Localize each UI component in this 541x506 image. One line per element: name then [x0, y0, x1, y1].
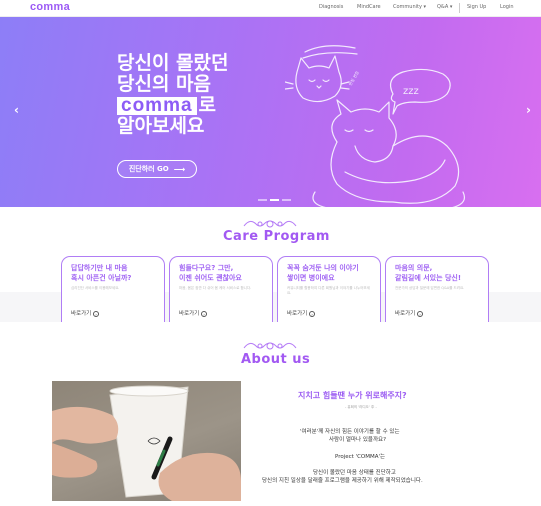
care-card-link[interactable]: 바로가기 ›: [179, 309, 207, 317]
about-photo: [52, 381, 241, 501]
care-card-title: 힘들다구요? 그만, 이젠 쉬어도 괜찮아요: [179, 264, 265, 283]
hero-line-4: 알아보세요: [117, 115, 205, 137]
paper-cup-drawing-photo: [52, 385, 241, 501]
care-program-title: Care Program: [223, 229, 330, 244]
arrow-right-icon: ⟶: [173, 164, 186, 174]
about-us-title: About us: [241, 352, 311, 367]
zzz-bubble-text: zzz: [403, 86, 419, 97]
care-card-title-line-1: 꼭꼭 숨겨둔 나의 이야기: [287, 264, 359, 272]
hero-brand-suffix: 로: [198, 94, 217, 116]
sleeping-cats-illustration: zzz 썬칭 썬칭: [285, 45, 465, 207]
carousel-indicators: [258, 199, 291, 201]
carousel-dot-1[interactable]: [258, 199, 267, 201]
carousel-prev-icon[interactable]: ‹: [14, 103, 19, 117]
top-navbar: comma Diagnosis MindCare Community ▾ Q&A…: [0, 0, 541, 17]
care-card-link-label: 바로가기: [287, 311, 308, 317]
diagnose-go-button[interactable]: 진단하러 GO ⟶: [117, 160, 197, 178]
care-card-title: 꼭꼭 숨겨둔 나의 이야기 쌓이면 병이에요: [287, 264, 373, 283]
carousel-dot-2[interactable]: [270, 199, 279, 201]
about-ornament-icon: [243, 342, 297, 350]
care-card-title-line-2: 쌓이면 병이에요: [287, 273, 335, 282]
about-paragraph-1-line-2: 사람이 얼마나 있을까요?: [329, 437, 387, 443]
hero-carousel: 당신이 몰랐던 당신의 마음 comma 로 알아보세요 진단하러 GO ⟶ ‹ …: [0, 17, 541, 207]
care-card-link-label: 바로가기: [179, 311, 200, 317]
hero-title: 당신이 몰랐던 당신의 마음 comma 로 알아보세요: [117, 53, 229, 137]
care-card-link[interactable]: 바로가기 ›: [71, 309, 99, 317]
chevron-right-icon: ›: [201, 310, 207, 317]
care-card-title-line-1: 힘들다구요? 그만,: [179, 264, 234, 272]
care-card-desc: 마음, 몸은 잠깐 다 쉬어 몸 케어 서비스로 합니다.: [179, 286, 252, 290]
care-card-diagnosis[interactable]: 답답하기만 내 마음 혹시 아픈건 아닐까? 심리진단 서비스를 이용해보세요.…: [61, 256, 165, 322]
nav-login[interactable]: Login: [500, 4, 514, 10]
care-card-title: 마음의 의문, 갈림길에 서있는 당신!: [395, 264, 481, 283]
care-card-link[interactable]: 바로가기 ›: [395, 309, 423, 317]
care-card-title-line-2: 이젠 쉬어도 괜찮아요: [179, 273, 242, 282]
chevron-right-icon: ›: [417, 310, 423, 317]
hero-line-3: comma 로: [117, 95, 229, 116]
cat-side-text: 썬칭 썬칭: [347, 69, 360, 86]
nav-sign-up[interactable]: Sign Up: [467, 4, 486, 10]
about-paragraph-3-line-1: 당신이 몰랐던 마음 상태를 진단하고: [313, 470, 396, 476]
about-paragraph-3-line-2: 당신의 지친 일상을 달래줄 프로그램을 제공하기 위해 제작되었습니다.: [262, 478, 423, 484]
care-card-title-line-2: 혹시 아픈건 아닐까?: [71, 273, 132, 282]
chevron-right-icon: ›: [309, 310, 315, 317]
about-headline: 지치고 힘들땐 누가 위로해주지?: [298, 391, 407, 400]
about-subline: - 유희의 '라디오' 中 -: [345, 405, 377, 409]
hero-line-2: 당신의 마음: [117, 73, 212, 95]
care-card-title-line-1: 답답하기만 내 마음: [71, 264, 128, 272]
diagnose-go-label: 진단하러 GO: [128, 165, 169, 173]
care-card-desc: 전문가의 상담과 질문에 답변한 Q&A를 드려요.: [395, 286, 465, 290]
care-card-link-label: 바로가기: [395, 311, 416, 317]
chevron-right-icon: ›: [93, 310, 99, 317]
care-card-title-line-2: 갈림길에 서있는 당신!: [395, 273, 462, 282]
hero-brand-box: comma: [117, 96, 197, 115]
nav-qna[interactable]: Q&A ▾: [437, 4, 452, 10]
care-card-link[interactable]: 바로가기 ›: [287, 309, 315, 317]
about-paragraph-1-line-1: '여러분'께 자신의 힘든 이야기를 할 수 있는: [300, 429, 400, 435]
hero-line-1: 당신이 몰랐던: [117, 52, 229, 74]
nav-mindcare[interactable]: MindCare: [357, 4, 381, 10]
carousel-next-icon[interactable]: ›: [526, 103, 531, 117]
care-card-rest[interactable]: 힘들다구요? 그만, 이젠 쉬어도 괜찮아요 마음, 몸은 잠깐 다 쉬어 몸 …: [169, 256, 273, 322]
logo[interactable]: comma: [30, 1, 70, 13]
nav-divider: [459, 3, 460, 13]
carousel-dot-3[interactable]: [282, 199, 291, 201]
nav-community[interactable]: Community ▾: [393, 4, 426, 10]
care-card-desc: 커뮤니티를 활용하여 다른 회원님과 이야기를 나누어보세요.: [287, 286, 370, 295]
about-paragraph-2: Project 'COMMA'는: [335, 454, 386, 460]
care-card-title: 답답하기만 내 마음 혹시 아픈건 아닐까?: [71, 264, 157, 283]
care-card-qna[interactable]: 마음의 의문, 갈림길에 서있는 당신! 전문가의 상담과 질문에 답변한 Q&…: [385, 256, 489, 322]
care-card-title-line-1: 마음의 의문,: [395, 264, 433, 272]
care-card-link-label: 바로가기: [71, 311, 92, 317]
nav-diagnosis[interactable]: Diagnosis: [319, 4, 343, 10]
care-card-community[interactable]: 꼭꼭 숨겨둔 나의 이야기 쌓이면 병이에요 커뮤니티를 활용하여 다른 회원님…: [277, 256, 381, 322]
care-card-desc: 심리진단 서비스를 이용해보세요.: [71, 286, 120, 290]
